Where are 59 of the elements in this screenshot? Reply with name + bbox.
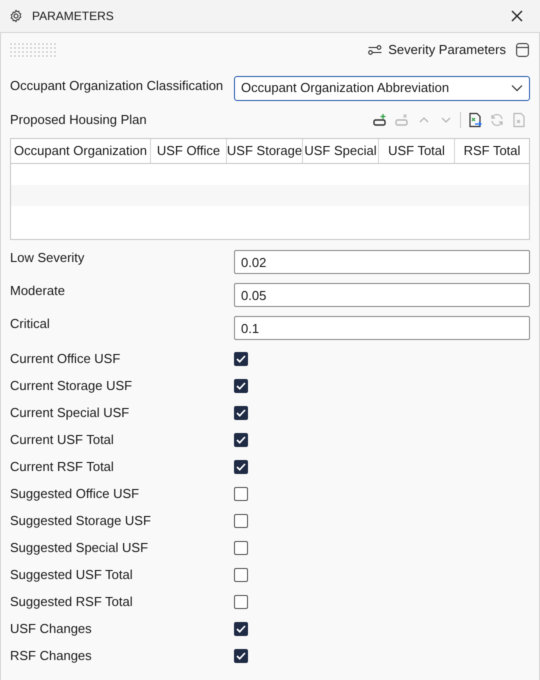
chevron-down-icon xyxy=(511,84,523,92)
checkbox[interactable] xyxy=(234,648,248,662)
close-icon xyxy=(511,10,523,22)
section-title: Proposed Housing Plan xyxy=(10,111,147,130)
column-header[interactable]: USF Total xyxy=(379,139,455,163)
input-field[interactable]: 0.1 xyxy=(234,316,530,340)
column-header[interactable]: USF Storage xyxy=(227,139,303,163)
add-row-icon xyxy=(372,112,388,128)
checkbox[interactable] xyxy=(234,622,248,636)
checkbox[interactable] xyxy=(234,432,248,446)
checkbox[interactable] xyxy=(234,352,248,366)
option-label: Suggested USF Total xyxy=(10,566,134,584)
option-label: Current Special USF xyxy=(10,404,130,422)
checkbox[interactable] xyxy=(234,540,248,554)
option-label: Suggested Special USF xyxy=(10,538,150,557)
option-label: Current Storage USF xyxy=(10,376,134,395)
column-header[interactable]: Occupant Organization xyxy=(11,139,151,163)
column-header[interactable]: USF Special xyxy=(303,139,379,163)
option-label: RSF Changes xyxy=(10,646,93,665)
checkbox[interactable] xyxy=(234,594,248,608)
checkmark-icon xyxy=(236,462,246,470)
field-label: Critical xyxy=(10,315,51,333)
option-label: Suggested Storage USF xyxy=(10,512,152,530)
classification-dropdown[interactable]: Occupant Organization Abbreviation xyxy=(234,76,530,100)
option-label: Suggested RSF Total xyxy=(10,592,134,611)
file-export-icon xyxy=(467,112,483,128)
column-header[interactable]: RSF Total xyxy=(455,139,529,163)
checkbox[interactable] xyxy=(234,378,248,392)
panel-icon[interactable] xyxy=(516,43,529,57)
checkmark-icon xyxy=(236,624,246,632)
checkmark-icon xyxy=(236,382,246,390)
input-field[interactable]: 0.05 xyxy=(234,283,530,307)
sliders-icon xyxy=(368,44,382,56)
option-label: Current USF Total xyxy=(10,430,115,449)
option-label: Suggested Office USF xyxy=(10,484,140,503)
checkbox[interactable] xyxy=(234,568,248,582)
column-header[interactable]: USF Office xyxy=(151,139,227,163)
settings-icon xyxy=(9,9,23,23)
input-field[interactable]: 0.02 xyxy=(234,250,530,274)
remove-row-icon xyxy=(394,112,410,128)
option-label: Current Office USF xyxy=(10,350,122,368)
option-label: Current RSF Total xyxy=(10,458,115,476)
field-label: Low Severity xyxy=(10,249,86,267)
checkbox[interactable] xyxy=(234,514,248,528)
drag-handle-icon[interactable] xyxy=(10,43,58,57)
checkbox[interactable] xyxy=(234,460,248,474)
file-import-icon xyxy=(511,112,527,128)
field-label: Moderate xyxy=(10,282,66,300)
checkmark-icon xyxy=(236,652,246,660)
field-label: Occupant Organization Classification xyxy=(10,77,224,96)
checkmark-icon xyxy=(236,436,246,444)
checkmark-icon xyxy=(236,354,246,362)
severity-parameters-button[interactable]: Severity Parameters xyxy=(368,40,506,60)
refresh-icon xyxy=(489,112,505,128)
checkbox[interactable] xyxy=(234,406,248,420)
checkmark-icon xyxy=(236,408,246,416)
checkbox[interactable] xyxy=(234,486,248,500)
option-label: USF Changes xyxy=(10,620,93,638)
window-title: PARAMETERS xyxy=(32,8,114,25)
